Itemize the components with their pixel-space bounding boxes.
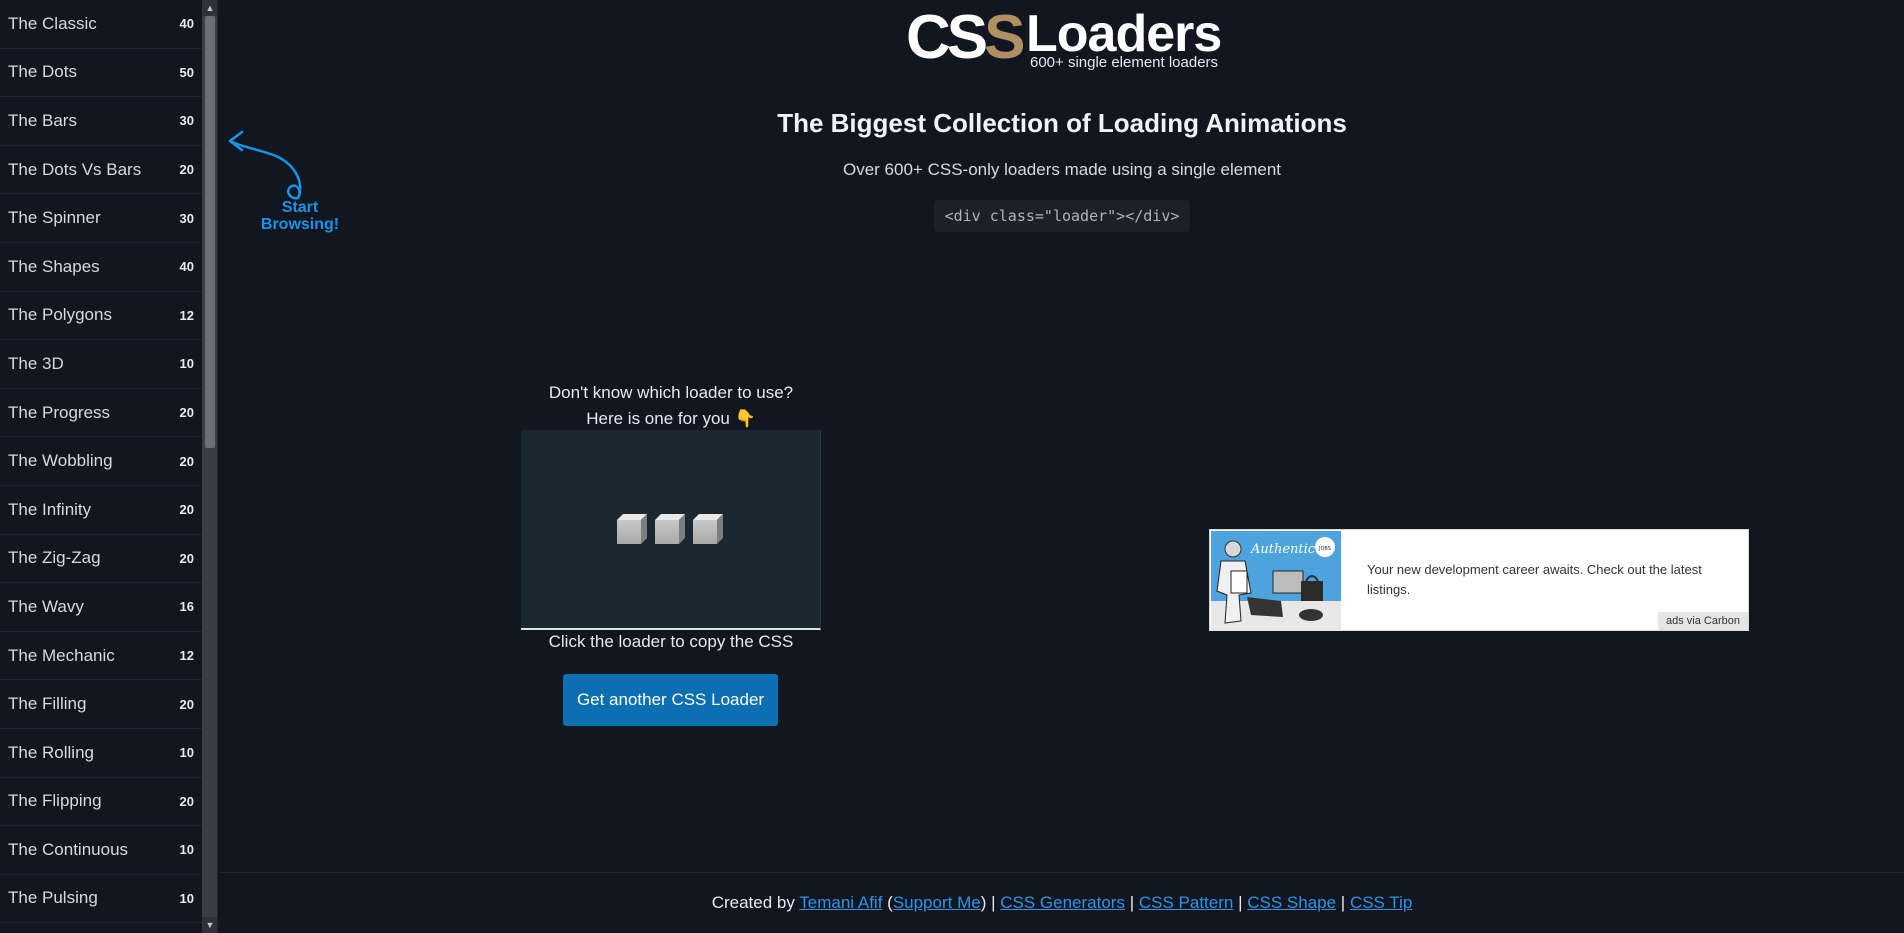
footer-paren-open: ( xyxy=(882,893,893,912)
sidebar-item-count: 20 xyxy=(179,502,194,518)
sidebar-item-count: 20 xyxy=(179,405,194,421)
sidebar-item[interactable]: The Infinity 20 xyxy=(0,486,202,535)
footer-paren-close: ) | xyxy=(980,893,1001,912)
loader-preview[interactable] xyxy=(521,430,821,630)
sidebar-item-count: 16 xyxy=(179,599,194,615)
sidebar-item-count: 10 xyxy=(179,356,194,372)
copy-hint: Click the loader to copy the CSS xyxy=(548,632,794,651)
author-link[interactable]: Temani Afif xyxy=(799,893,882,912)
sidebar-item-label: The Flipping xyxy=(8,791,102,811)
logo-tagline: 600+ single element loaders xyxy=(1030,54,1219,71)
css-tip-link[interactable]: CSS Tip xyxy=(1350,893,1412,912)
footer-separator: | xyxy=(1124,893,1139,912)
css-pattern-link[interactable]: CSS Pattern xyxy=(1139,893,1234,912)
footer-separator: | xyxy=(1233,893,1248,912)
sidebar-item[interactable]: The Zig-Zag 20 xyxy=(0,535,202,584)
sidebar-item-label: The 3D xyxy=(8,353,64,373)
ad-image[interactable]: Authentic JOBS xyxy=(1211,531,1341,631)
sidebar-item[interactable]: The Filling 20 xyxy=(0,680,202,729)
sidebar-item-count: 30 xyxy=(179,210,194,226)
sidebar-item-label: The Spinner xyxy=(8,208,101,228)
sidebar-item[interactable]: The Flipping 20 xyxy=(0,778,202,827)
sidebar-item-label: The Classic xyxy=(8,13,97,33)
ads-via-carbon-link[interactable]: ads via Carbon xyxy=(1658,612,1748,630)
logo-c: C xyxy=(906,3,951,72)
logo-s-accent: S xyxy=(984,3,1025,72)
page-subtitle: Over 600+ CSS-only loaders made using a … xyxy=(843,160,1281,179)
footer-prefix: Created by xyxy=(711,893,800,912)
logo-s: S xyxy=(946,3,988,72)
sidebar-item[interactable]: The Dots 50 xyxy=(0,49,202,98)
prompt-line-1: Don't know which loader to use? xyxy=(548,383,794,402)
sidebar-item[interactable]: The Spinner 30 xyxy=(0,194,202,243)
sidebar-item-label: The Dots xyxy=(8,62,77,82)
scroll-up-arrow-icon[interactable]: ▲ xyxy=(202,0,217,16)
logo-css-mark: CSS xyxy=(906,3,1026,72)
sidebar-item[interactable]: The 3D 10 xyxy=(0,340,202,389)
sidebar-item-count: 20 xyxy=(179,453,194,469)
loader-cube xyxy=(655,514,685,544)
sidebar-item-label: The Zig-Zag xyxy=(8,548,101,568)
css-shape-link[interactable]: CSS Shape xyxy=(1247,893,1336,912)
sidebar-item[interactable]: The Wobbling 20 xyxy=(0,437,202,486)
sidebar-item[interactable]: The Mechanic 12 xyxy=(0,632,202,681)
support-me-link[interactable]: Support Me xyxy=(893,893,981,912)
loader-cube xyxy=(617,514,647,544)
sidebar-item-count: 10 xyxy=(179,890,194,906)
footer-divider xyxy=(220,872,1904,873)
sidebar-item-label: The Wobbling xyxy=(8,451,113,471)
start-browsing-callout: Start Browsing! xyxy=(256,199,344,233)
sidebar-item-label: The Wavy xyxy=(8,596,84,616)
sidebar-item-label: The Mechanic xyxy=(8,645,115,665)
sidebar-item[interactable]: The Continuous 10 xyxy=(0,826,202,875)
ad-badge-text: JOBS xyxy=(1318,546,1331,552)
sidebar-item[interactable]: The Polygons 12 xyxy=(0,292,202,341)
site-logo[interactable]: CSS Loaders 600+ single element loaders xyxy=(906,4,1226,72)
sidebar-item-label: The Progress xyxy=(8,402,111,422)
ad-text[interactable]: Your new development career awaits. Chec… xyxy=(1367,560,1737,600)
page-title: The Biggest Collection of Loading Animat… xyxy=(777,108,1347,138)
get-another-loader-button[interactable]: Get another CSS Loader xyxy=(563,674,778,726)
scroll-down-arrow-icon[interactable]: ▼ xyxy=(202,917,217,933)
sidebar-item[interactable]: The Pulsing 10 xyxy=(0,875,202,924)
css-generators-link[interactable]: CSS Generators xyxy=(1000,893,1125,912)
sidebar-item-count: 10 xyxy=(179,842,194,858)
callout-line-2: Browsing! xyxy=(260,216,340,233)
sidebar-item-count: 10 xyxy=(179,745,194,761)
sidebar-item[interactable]: The Progress 20 xyxy=(0,389,202,438)
prompt-line-2: Here is one for you 👇 xyxy=(586,409,756,428)
loader-prompt: Don't know which loader to use? Here is … xyxy=(520,380,822,432)
sidebar-item-label: The Rolling xyxy=(8,742,94,762)
sidebar-item-label: The Polygons xyxy=(8,305,112,325)
code-snippet[interactable]: <div class="loader"></div> xyxy=(934,200,1190,232)
sidebar-item-count: 20 xyxy=(179,793,194,809)
ad-brand-text: Authentic xyxy=(1250,542,1316,557)
loader-cube xyxy=(693,514,723,544)
sidebar-item[interactable]: The Classic 40 xyxy=(0,0,202,49)
footer: Created by Temani Afif (Support Me) | CS… xyxy=(220,893,1904,913)
sidebar-item[interactable]: The Rolling 10 xyxy=(0,729,202,778)
sidebar-item-label: The Filling xyxy=(8,694,87,714)
sidebar-scrollbar[interactable]: ▲ ▼ xyxy=(202,0,217,933)
carbon-ad[interactable]: Authentic JOBS Your new development care… xyxy=(1209,529,1749,631)
callout-line-1: Start xyxy=(281,199,319,216)
sidebar-item-count: 40 xyxy=(179,16,194,32)
scroll-thumb[interactable] xyxy=(205,16,215,448)
sidebar-item[interactable]: The Shapes 40 xyxy=(0,243,202,292)
sidebar-item-label: The Continuous xyxy=(8,839,129,859)
sidebar-item-label: The Shapes xyxy=(8,256,100,276)
sidebar-item-count: 40 xyxy=(179,259,194,275)
sidebar: The Classic 40 The Dots 50 The Bars 30 The Dot… xyxy=(0,0,218,933)
sidebar-item-count: 12 xyxy=(179,307,194,323)
footer-separator: | xyxy=(1336,893,1350,912)
sidebar-item-label: The Infinity xyxy=(8,499,92,519)
sidebar-item-count: 20 xyxy=(179,696,194,712)
sidebar-item-count: 20 xyxy=(179,550,194,566)
sidebar-item[interactable]: The Wavy 16 xyxy=(0,583,202,632)
sidebar-item-count: 50 xyxy=(179,64,194,80)
sidebar-item-label: The Pulsing xyxy=(8,888,98,908)
sidebar-item-count: 12 xyxy=(179,648,194,664)
